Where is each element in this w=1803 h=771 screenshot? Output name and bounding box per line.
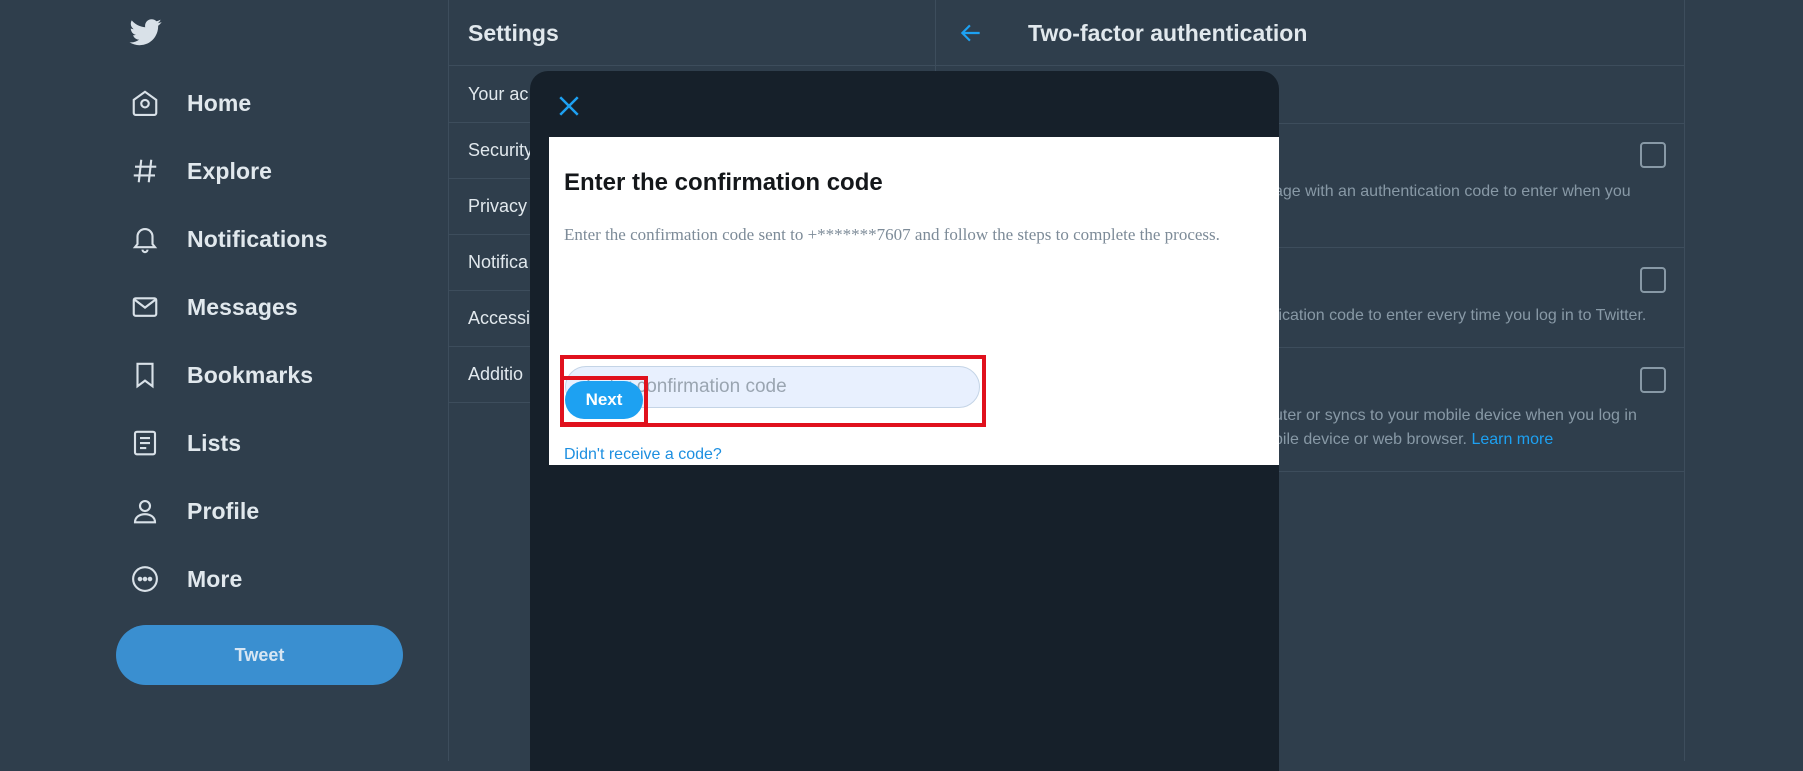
confirmation-modal: Enter the confirmation code Enter the co… (530, 71, 1279, 771)
settings-item-label: Your ac (468, 84, 529, 104)
twitter-bird-icon[interactable] (128, 16, 164, 48)
settings-item-label: Accessil (468, 308, 535, 328)
nav-label-home: Home (187, 89, 252, 116)
list-icon (128, 426, 162, 460)
left-navigation: Home Explore Notifications Messages Book… (0, 0, 448, 761)
bookmark-icon (128, 358, 162, 392)
resend-code-link[interactable]: Didn't receive a code? (564, 446, 722, 464)
two-factor-header: Two-factor authentication (934, 0, 1684, 66)
modal-title: Enter the confirmation code (564, 169, 883, 196)
nav-item-messages[interactable]: Messages (128, 281, 298, 333)
hashtag-icon (128, 154, 162, 188)
option-description-text: bile device or web browser. (1274, 431, 1467, 448)
option-description-continued: bile device or web browser. Learn more (1274, 428, 1553, 452)
nav-label-notifications: Notifications (187, 225, 328, 252)
tweet-button[interactable]: Tweet (116, 625, 403, 685)
settings-title: Settings (468, 20, 559, 46)
next-button[interactable]: Next (565, 381, 643, 419)
home-icon (128, 86, 162, 120)
modal-content: Enter the confirmation code Enter the co… (549, 137, 1279, 465)
nav-item-bookmarks[interactable]: Bookmarks (128, 349, 313, 401)
settings-item-label: Additio (468, 364, 524, 384)
nav-label-profile: Profile (187, 497, 260, 524)
page-title: Two-factor authentication (1028, 20, 1308, 46)
nav-label-bookmarks: Bookmarks (187, 361, 314, 388)
learn-more-link[interactable]: Learn more (1471, 431, 1553, 448)
authentication-app-checkbox[interactable] (1640, 267, 1666, 293)
person-icon (128, 494, 162, 528)
option-description: fication code to enter every time you lo… (1274, 307, 1647, 324)
nav-item-notifications[interactable]: Notifications (128, 213, 328, 265)
close-icon[interactable] (554, 91, 584, 121)
nav-label-explore: Explore (187, 157, 273, 184)
nav-item-profile[interactable]: Profile (128, 485, 259, 537)
modal-description: Enter the confirmation code sent to +***… (564, 225, 1220, 244)
settings-item-label: Privacy (468, 196, 528, 216)
more-icon (128, 562, 162, 596)
nav-item-home[interactable]: Home (128, 77, 251, 129)
nav-item-explore[interactable]: Explore (128, 145, 272, 197)
nav-label-messages: Messages (187, 293, 298, 320)
option-description: age with an authentication code to enter… (1274, 183, 1631, 200)
back-arrow-icon[interactable] (958, 20, 984, 46)
nav-label-lists: Lists (187, 429, 242, 456)
security-key-checkbox[interactable] (1640, 367, 1666, 393)
settings-item-label: Notifica (468, 252, 529, 272)
text-message-checkbox[interactable] (1640, 142, 1666, 168)
nav-item-more[interactable]: More (128, 553, 242, 605)
bell-icon (128, 222, 162, 256)
option-description: uter or syncs to your mobile device when… (1274, 407, 1637, 424)
nav-label-more: More (187, 565, 243, 592)
settings-item-label: Security (468, 140, 534, 160)
nav-item-lists[interactable]: Lists (128, 417, 241, 469)
envelope-icon (128, 290, 162, 324)
